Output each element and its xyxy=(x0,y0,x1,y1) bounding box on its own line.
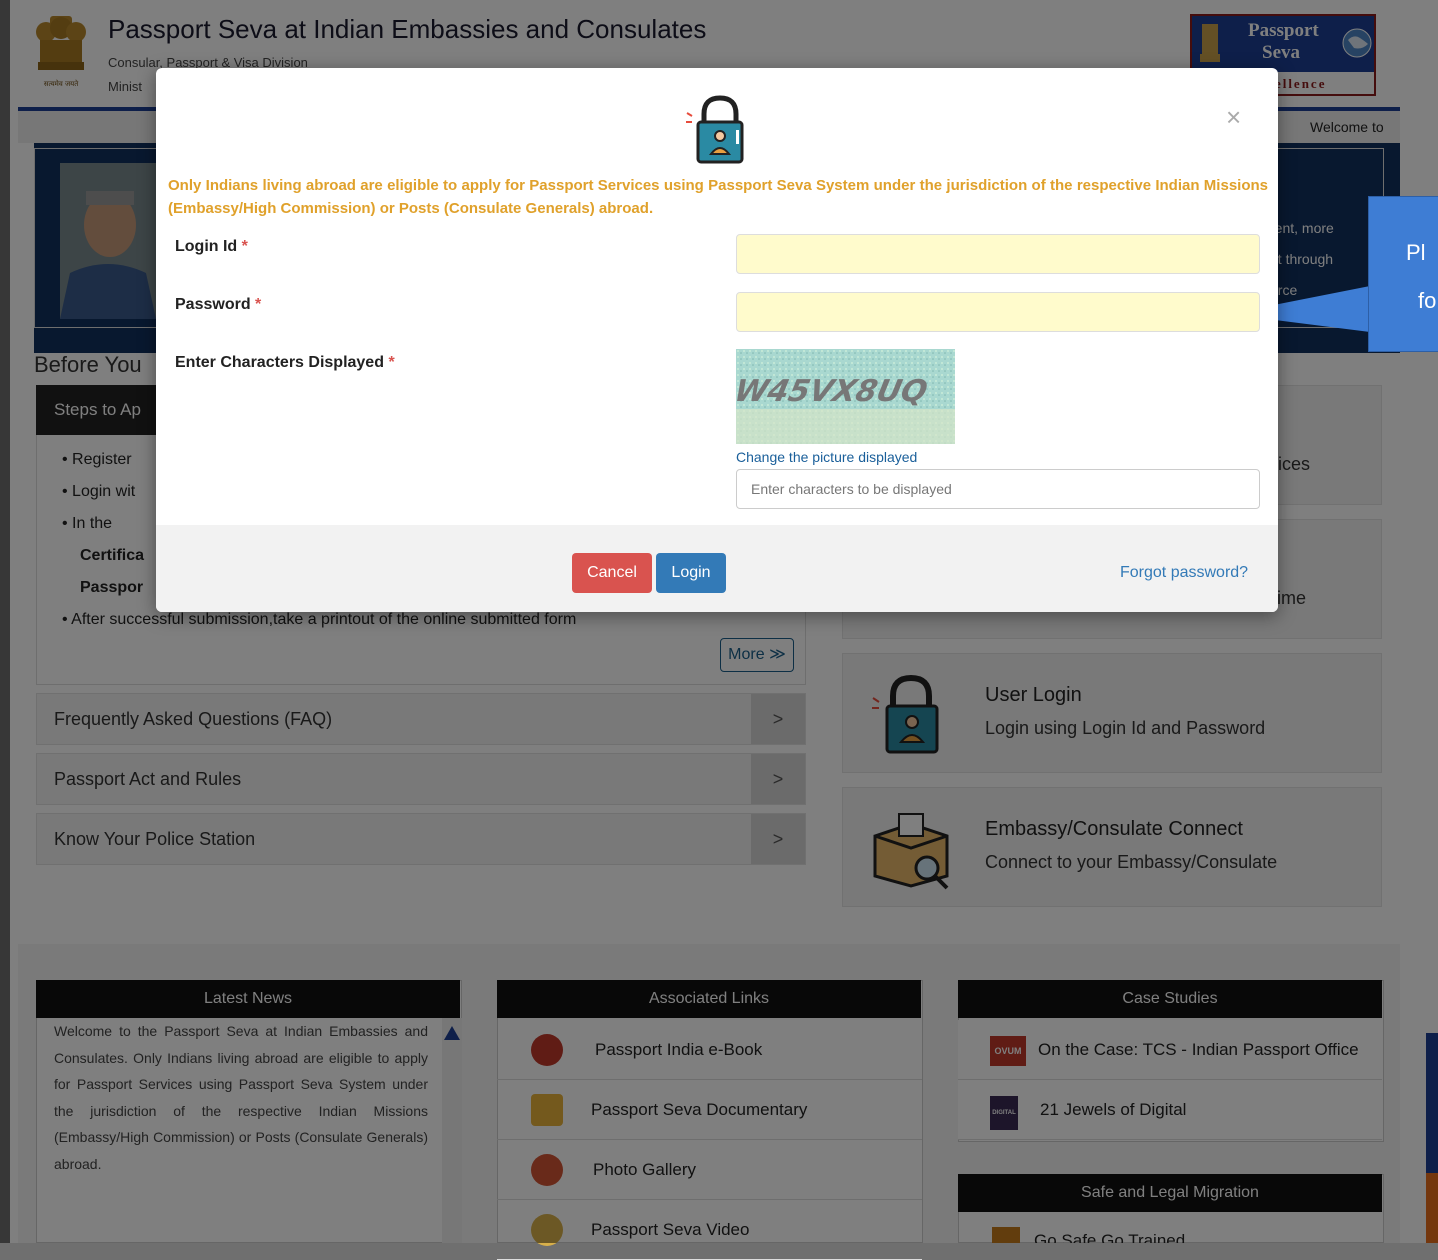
banner-text-2: nt through xyxy=(1270,251,1334,267)
callout-text: fo xyxy=(1418,288,1437,313)
emblem-small-icon xyxy=(1200,24,1220,62)
brand-line2: Seva xyxy=(1262,42,1300,63)
link-video[interactable]: Passport Seva Video xyxy=(497,1200,922,1260)
link-label: Passport India e-Book xyxy=(595,1040,763,1059)
password-input[interactable] xyxy=(736,292,1260,332)
safe-migration-heading: Safe and Legal Migration xyxy=(958,1174,1382,1212)
welcome-ticker: Welcome to xyxy=(1310,119,1384,135)
link-photo-gallery[interactable]: Photo Gallery xyxy=(497,1140,922,1200)
step-certificate: Certifica xyxy=(80,547,145,564)
login-modal: × Only Indians living abroad are eligibl… xyxy=(156,68,1278,612)
captcha-label: Enter Characters Displayed * xyxy=(175,354,395,371)
eligibility-notice: Only Indians living abroad are eligible … xyxy=(168,177,1268,217)
latest-news-heading: Latest News xyxy=(36,980,460,1018)
step-passport: Passpor xyxy=(80,579,144,596)
close-icon[interactable]: × xyxy=(1226,104,1241,130)
go-safe-icon xyxy=(992,1227,1020,1243)
card-desc: Login using Login Id and Password xyxy=(985,718,1266,738)
link-ebook[interactable]: Passport India e-Book xyxy=(497,1020,922,1080)
video-camera-icon xyxy=(531,1094,563,1126)
scroll-up-icon[interactable] xyxy=(444,1026,460,1040)
link-label: Passport Seva Video xyxy=(591,1220,750,1239)
step-in-the: • In the xyxy=(62,515,113,532)
case-study-jewels[interactable]: DIGITAL 21 Jewels of Digital xyxy=(958,1080,1382,1140)
callout-text: Pl xyxy=(1406,240,1426,265)
case-studies-heading: Case Studies xyxy=(958,980,1382,1018)
accordion-label: Know Your Police Station xyxy=(54,829,256,849)
banner-text-1: rent, more xyxy=(1270,220,1334,236)
safe-migration-item[interactable]: Go Safe Go Trained xyxy=(1034,1230,1185,1243)
side-tab-orange[interactable] xyxy=(1426,1173,1438,1243)
card-embassy-connect[interactable]: Embassy/Consulate Connect Connect to you… xyxy=(842,787,1382,907)
more-button[interactable]: More ≫ xyxy=(720,638,794,672)
brand-line1: Passport xyxy=(1248,20,1319,41)
ebook-icon xyxy=(531,1034,563,1066)
card-title: User Login xyxy=(985,684,1082,706)
package-search-icon xyxy=(873,813,949,890)
site-subtitle-ministry: Minist xyxy=(108,79,142,94)
case-label: 21 Jewels of Digital xyxy=(1040,1100,1187,1119)
chevron-right-icon[interactable]: > xyxy=(751,814,805,864)
photo-icon xyxy=(531,1154,563,1186)
link-label: Passport Seva Documentary xyxy=(591,1100,808,1119)
minister-photo xyxy=(60,163,156,319)
news-scrollbar[interactable] xyxy=(442,1018,462,1243)
card-title: Embassy/Consulate Connect xyxy=(985,818,1243,840)
associated-links-heading: Associated Links xyxy=(497,980,921,1018)
lock-icon xyxy=(872,674,939,754)
accordion-label: Passport Act and Rules xyxy=(54,769,242,789)
digital-book-icon: DIGITAL xyxy=(990,1096,1018,1130)
captcha-image: W45VX8UQ xyxy=(736,349,955,444)
password-label: Password * xyxy=(175,296,262,313)
link-documentary[interactable]: Passport Seva Documentary xyxy=(497,1080,922,1140)
step-login: • Login wit xyxy=(62,483,136,500)
accordion-police-station[interactable]: Know Your Police Station > xyxy=(36,813,806,865)
card-user-login[interactable]: User Login Login using Login Id and Pass… xyxy=(842,653,1382,773)
accordion-faq[interactable]: Frequently Asked Questions (FAQ) > xyxy=(36,693,806,745)
accordion-passport-act[interactable]: Passport Act and Rules > xyxy=(36,753,806,805)
login-id-label: Login Id * xyxy=(175,238,248,255)
latest-news-text: Welcome to the Passport Seva at Indian E… xyxy=(54,1023,428,1172)
login-button[interactable]: Login xyxy=(656,553,726,593)
captcha-text: W45VX8UQ xyxy=(736,374,930,409)
lock-icon xyxy=(686,95,744,164)
side-tab-blue[interactable] xyxy=(1426,1033,1438,1173)
accordion-label: Frequently Asked Questions (FAQ) xyxy=(54,709,333,729)
callout-box xyxy=(1368,196,1438,352)
link-label: Photo Gallery xyxy=(593,1160,696,1179)
site-title: Passport Seva at Indian Embassies and Co… xyxy=(108,14,707,44)
forgot-password-link[interactable]: Forgot password? xyxy=(1120,564,1248,582)
change-captcha-link[interactable]: Change the picture displayed xyxy=(736,449,917,465)
login-id-input[interactable] xyxy=(736,234,1260,274)
step-register: • Register xyxy=(62,451,132,468)
before-you-apply-heading: Before You xyxy=(34,352,142,377)
chevron-right-icon[interactable]: > xyxy=(751,694,805,744)
cancel-button[interactable]: Cancel xyxy=(572,553,652,593)
chevron-right-icon[interactable]: > xyxy=(751,754,805,804)
case-label: On the Case: TCS - Indian Passport Offic… xyxy=(1038,1040,1359,1059)
case-study-tcs[interactable]: OVUM On the Case: TCS - Indian Passport … xyxy=(958,1020,1382,1080)
card-desc: Connect to your Embassy/Consulate xyxy=(985,852,1278,872)
emblem-motto: सत्यमेव जयते xyxy=(44,79,79,88)
step-printout: • After successful submission,take a pri… xyxy=(62,611,577,628)
globe-icon xyxy=(1342,28,1372,58)
video-icon xyxy=(531,1214,563,1246)
captcha-input[interactable] xyxy=(736,469,1260,509)
national-emblem-icon: सत्यमेव जयते xyxy=(36,16,86,88)
ovum-logo-icon: OVUM xyxy=(990,1036,1026,1066)
